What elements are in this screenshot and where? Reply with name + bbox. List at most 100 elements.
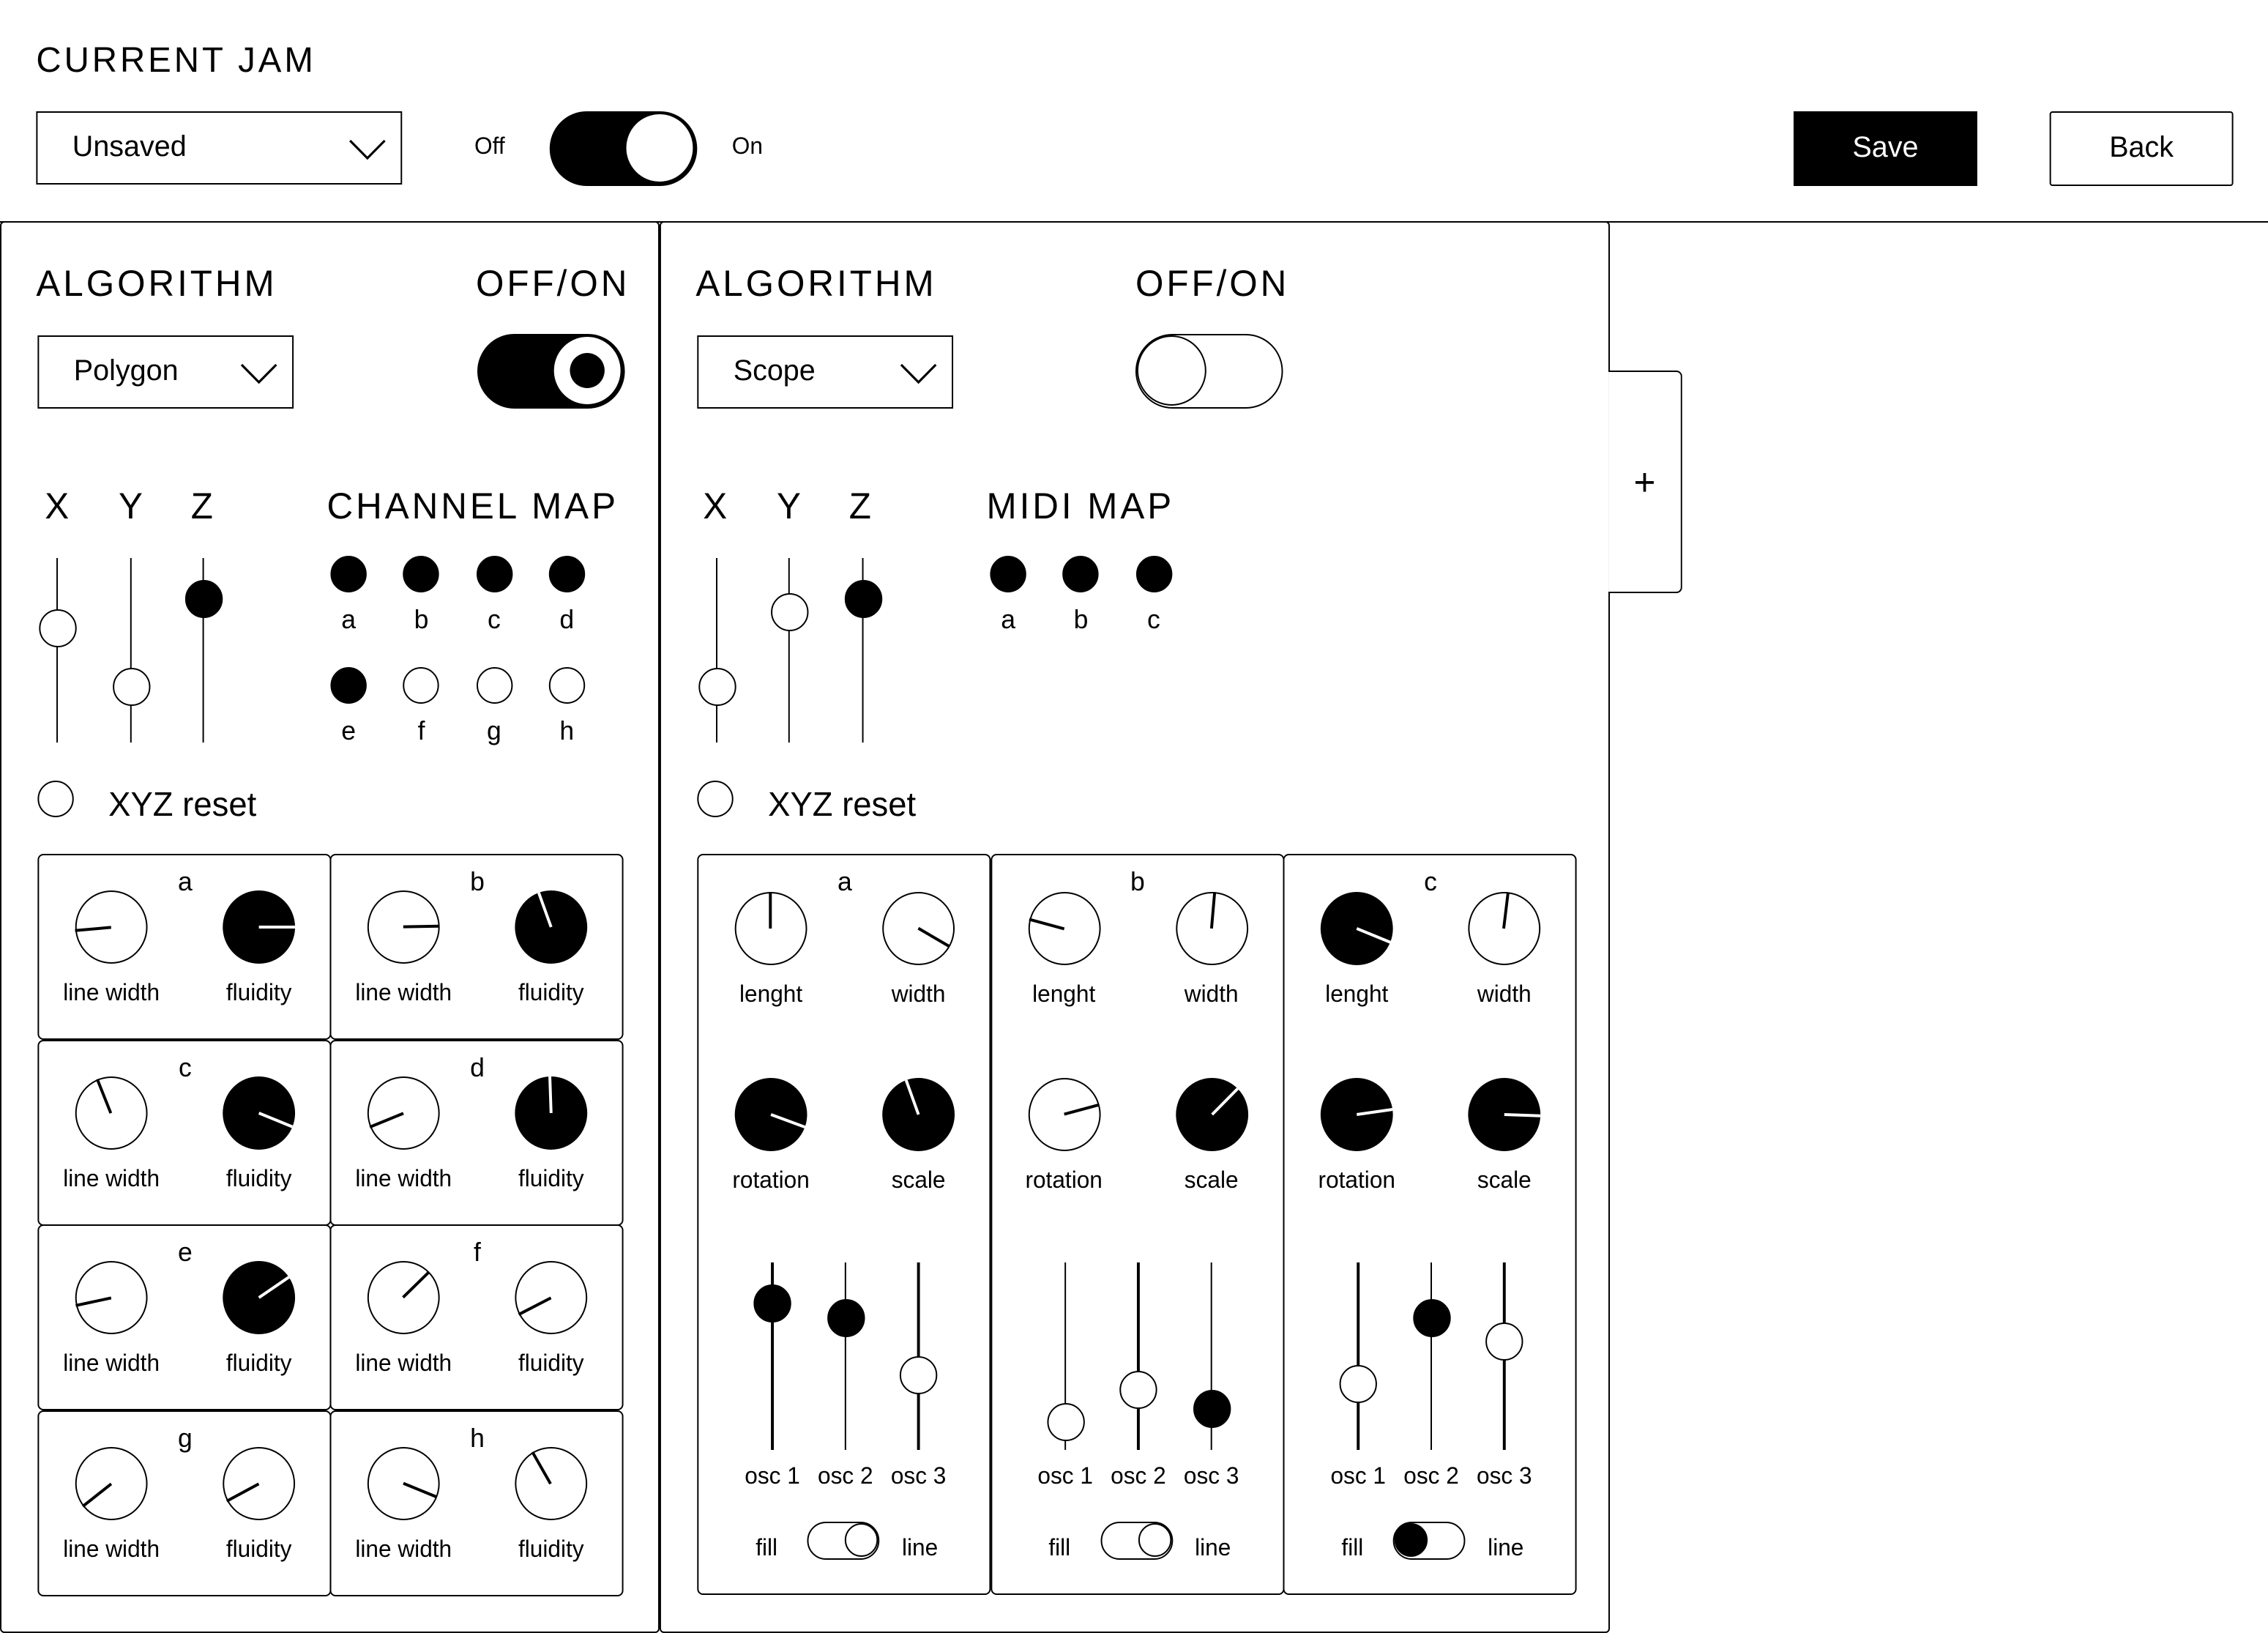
osc-slider-handle[interactable] bbox=[1193, 1389, 1231, 1428]
channel-toggle-d[interactable] bbox=[548, 556, 585, 592]
preset-dropdown-value: Unsaved bbox=[72, 131, 187, 163]
osc-slider-handle[interactable] bbox=[1119, 1371, 1157, 1410]
channel-toggle-a[interactable] bbox=[330, 556, 367, 592]
z-axis-label: Z bbox=[848, 486, 874, 527]
width-knob[interactable] bbox=[1175, 892, 1248, 965]
preset-dropdown[interactable]: Unsaved bbox=[36, 111, 403, 185]
xyz-reset-radio[interactable] bbox=[697, 781, 734, 817]
line-width-label: line width bbox=[355, 981, 452, 1006]
algorithm-dropdown[interactable]: Scope bbox=[697, 335, 954, 409]
algorithm-heading: ALGORITHM bbox=[695, 264, 937, 305]
fluidity-knob[interactable] bbox=[223, 1447, 296, 1521]
lenght-knob[interactable] bbox=[1027, 892, 1100, 965]
channel-toggle-g[interactable] bbox=[476, 667, 512, 704]
knob-label: rotation bbox=[1318, 1169, 1395, 1194]
line-width-knob[interactable] bbox=[75, 890, 148, 964]
fluidity-knob[interactable] bbox=[515, 890, 588, 964]
width-knob[interactable] bbox=[882, 892, 955, 965]
osc-slider-handle[interactable] bbox=[1412, 1299, 1450, 1338]
line-width-knob[interactable] bbox=[75, 1447, 148, 1521]
lenght-knob[interactable] bbox=[734, 892, 807, 965]
fluidity-knob[interactable] bbox=[515, 1447, 588, 1521]
x-slider-handle[interactable] bbox=[38, 609, 77, 647]
knob-indicator bbox=[548, 1076, 553, 1113]
scale-knob[interactable] bbox=[1175, 1078, 1248, 1151]
rotation-knob[interactable] bbox=[1320, 1078, 1393, 1151]
cell-letter: a bbox=[178, 867, 193, 896]
line-width-knob[interactable] bbox=[75, 1076, 148, 1150]
rotation-knob[interactable] bbox=[734, 1078, 807, 1151]
knob-indicator bbox=[904, 1079, 920, 1115]
osc-slider-handle[interactable] bbox=[1046, 1402, 1084, 1441]
add-panel-button[interactable]: + bbox=[1608, 371, 1682, 593]
x-axis-label: X bbox=[45, 486, 72, 527]
chevron-down-icon bbox=[900, 363, 937, 384]
rotation-knob[interactable] bbox=[1027, 1078, 1100, 1151]
osc-slider-handle[interactable] bbox=[1339, 1365, 1377, 1404]
knob-label: lenght bbox=[1032, 983, 1096, 1008]
width-knob[interactable] bbox=[1468, 892, 1541, 965]
power-toggle[interactable] bbox=[549, 111, 698, 186]
column-letter: c bbox=[1424, 867, 1437, 896]
line-label: line bbox=[901, 1536, 939, 1561]
scale-knob[interactable] bbox=[1468, 1078, 1541, 1151]
power-off-label: Off bbox=[474, 135, 505, 160]
line-width-knob[interactable] bbox=[367, 1261, 440, 1335]
channel-toggle-f[interactable] bbox=[403, 667, 440, 704]
panel-enable-toggle[interactable] bbox=[477, 334, 625, 409]
line-width-knob[interactable] bbox=[367, 1076, 440, 1150]
algorithm-panel-polygon: ALGORITHM OFF/ON Polygon X Y Z CHANNEL M… bbox=[0, 221, 660, 1633]
xyz-reset-radio[interactable] bbox=[37, 781, 74, 817]
channel-toggle-c[interactable] bbox=[1135, 556, 1172, 592]
osc-label: osc 1 bbox=[1037, 1465, 1093, 1489]
y-axis-label: Y bbox=[119, 486, 146, 527]
osc-label: osc 3 bbox=[1183, 1465, 1239, 1489]
lenght-knob[interactable] bbox=[1320, 892, 1393, 965]
osc-slider-handle[interactable] bbox=[753, 1284, 791, 1323]
y-slider-handle[interactable] bbox=[770, 592, 808, 631]
fluidity-knob[interactable] bbox=[515, 1076, 588, 1150]
channel-toggle-a[interactable] bbox=[990, 556, 1026, 592]
cell-letter: f bbox=[474, 1238, 481, 1268]
knob-indicator bbox=[1210, 892, 1216, 929]
osc-slider-handle[interactable] bbox=[827, 1299, 865, 1338]
channel-toggle-b[interactable] bbox=[1062, 556, 1100, 592]
osc-slider-track bbox=[1357, 1262, 1359, 1450]
panel-enable-toggle-knob bbox=[1136, 335, 1206, 406]
line-width-knob[interactable] bbox=[367, 890, 440, 964]
channel-toggle-e[interactable] bbox=[330, 667, 367, 704]
save-button[interactable]: Save bbox=[1793, 111, 1977, 186]
osc-slider-handle[interactable] bbox=[1485, 1322, 1523, 1361]
knob-indicator bbox=[369, 1111, 404, 1128]
knob-indicator bbox=[518, 1297, 552, 1316]
fluidity-knob[interactable] bbox=[223, 1076, 296, 1150]
fluidity-knob[interactable] bbox=[223, 890, 296, 964]
fluidity-knob[interactable] bbox=[223, 1261, 296, 1335]
channel-label: b bbox=[414, 605, 429, 634]
y-slider-handle[interactable] bbox=[112, 668, 150, 707]
osc-slider-track bbox=[844, 1262, 847, 1450]
algorithm-dropdown[interactable]: Polygon bbox=[37, 335, 294, 409]
line-width-knob[interactable] bbox=[367, 1447, 440, 1521]
z-slider-handle[interactable] bbox=[184, 579, 223, 618]
channel-toggle-h[interactable] bbox=[548, 667, 585, 704]
fluidity-label: fluidity bbox=[225, 981, 292, 1006]
channel-toggle-c[interactable] bbox=[476, 556, 512, 592]
x-slider-handle[interactable] bbox=[698, 668, 736, 707]
knob-indicator bbox=[1210, 1087, 1239, 1116]
fill-line-toggle[interactable] bbox=[1100, 1522, 1173, 1560]
channel-toggle-b[interactable] bbox=[403, 556, 440, 592]
panel-enable-toggle[interactable] bbox=[1135, 334, 1283, 409]
fill-line-toggle[interactable] bbox=[1392, 1522, 1466, 1560]
osc-slider-handle[interactable] bbox=[899, 1355, 938, 1394]
scale-knob[interactable] bbox=[882, 1078, 955, 1151]
line-width-label: line width bbox=[355, 1538, 452, 1563]
back-button[interactable]: Back bbox=[2049, 111, 2234, 186]
fluidity-label: fluidity bbox=[225, 1538, 292, 1563]
line-width-knob[interactable] bbox=[75, 1261, 148, 1335]
fluidity-knob[interactable] bbox=[515, 1261, 588, 1335]
line-width-label: line width bbox=[355, 1167, 452, 1192]
fill-line-toggle[interactable] bbox=[807, 1522, 880, 1560]
z-slider-handle[interactable] bbox=[844, 579, 882, 618]
knob-indicator bbox=[1029, 918, 1064, 930]
